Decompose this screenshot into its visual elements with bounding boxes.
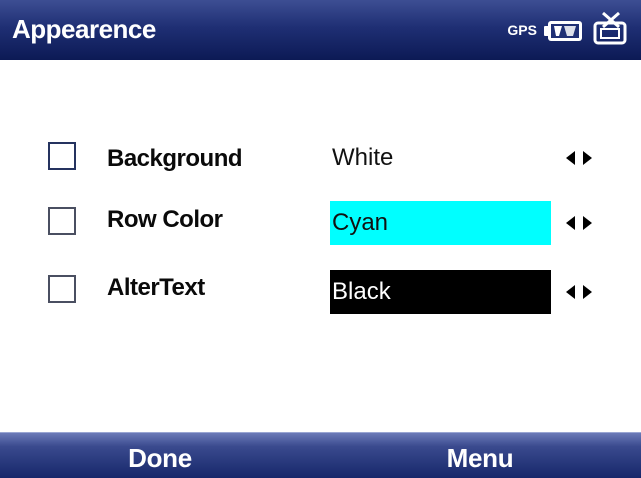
background-value-picker[interactable]: White [330, 136, 551, 180]
arrow-left-icon[interactable] [566, 216, 576, 230]
softkey-bar: Done Menu [0, 432, 641, 478]
done-softkey[interactable]: Done [60, 433, 260, 478]
background-checkbox[interactable] [48, 142, 76, 170]
arrow-right-icon[interactable] [582, 151, 592, 165]
setting-row-row-color: Row Color Cyan [0, 200, 641, 245]
alter-text-checkbox[interactable] [48, 275, 76, 303]
arrow-right-icon[interactable] [582, 285, 592, 299]
alter-text-value-picker[interactable]: Black [330, 270, 551, 314]
title-bar: Appearence GPS [0, 0, 641, 60]
arrow-right-icon[interactable] [582, 216, 592, 230]
setting-row-alter-text: AlterText Black [0, 268, 641, 314]
status-area: GPS [507, 10, 633, 50]
arrow-left-icon[interactable] [566, 151, 576, 165]
connectivity-off-icon [589, 11, 633, 45]
alter-text-value: Black [332, 278, 391, 305]
arrow-left-icon[interactable] [566, 285, 576, 299]
background-label: Background [107, 145, 243, 172]
gps-indicator: GPS [507, 22, 537, 38]
row-color-value-picker[interactable]: Cyan [330, 201, 551, 245]
row-color-checkbox[interactable] [48, 207, 76, 235]
alter-text-label: AlterText [107, 274, 205, 301]
background-spinner[interactable] [557, 147, 601, 169]
row-color-spinner[interactable] [557, 212, 601, 234]
row-color-label: Row Color [107, 206, 223, 233]
menu-softkey[interactable]: Menu [380, 433, 580, 478]
alter-text-spinner[interactable] [557, 281, 601, 303]
background-value: White [332, 144, 394, 171]
row-color-value: Cyan [332, 209, 389, 236]
battery-icon [543, 15, 587, 45]
setting-row-background: Background White [0, 136, 641, 180]
appearance-screen: Appearence GPS Background White Row Colo… [0, 0, 641, 478]
page-title: Appearence [12, 14, 156, 44]
